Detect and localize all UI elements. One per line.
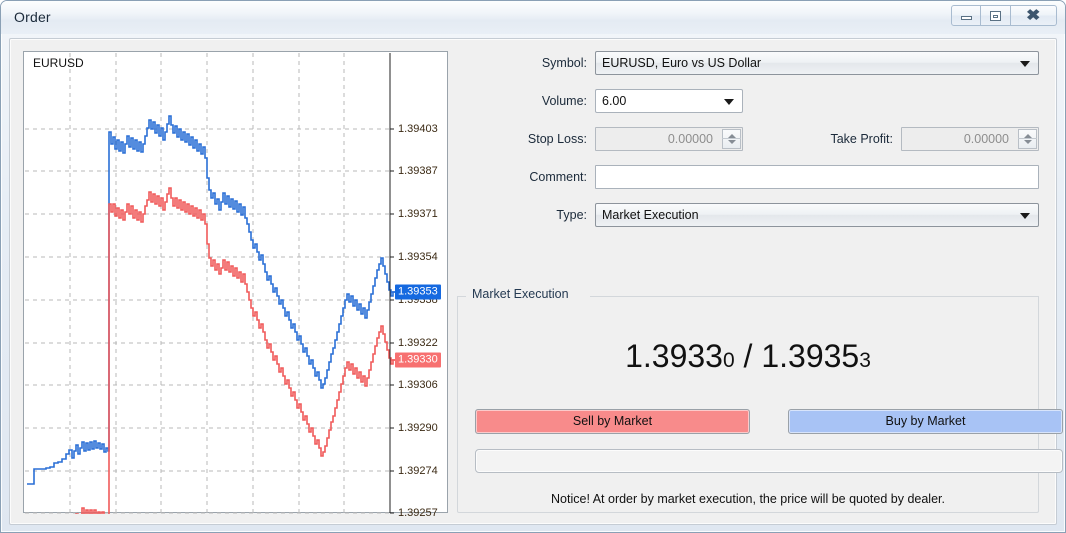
sell-by-market-button[interactable]: Sell by Market — [475, 409, 750, 434]
chart-axis-tick-label: 1.39387 — [398, 165, 438, 177]
close-icon: ✖ — [1026, 7, 1041, 24]
chart-axis-tick-label: 1.39354 — [398, 251, 438, 263]
chart-series — [27, 115, 403, 514]
market-execution-group: Market Execution 1.39330 / 1.39353 Sell … — [457, 287, 1063, 513]
quote-separator: / — [734, 338, 762, 374]
comment-label: Comment: — [529, 170, 587, 184]
chevron-down-icon — [1020, 61, 1030, 67]
chart-axis-tick-label: 1.39371 — [398, 208, 438, 220]
chart-axis-ticks — [390, 128, 394, 514]
window-title: Order — [14, 9, 51, 25]
volume-value: 6.00 — [602, 94, 627, 108]
minimize-button[interactable] — [951, 5, 981, 26]
maximize-button[interactable] — [981, 5, 1011, 26]
chart-axis-tick-label: 1.39290 — [398, 422, 438, 434]
ask-price-last-digit: 3 — [859, 349, 871, 372]
window-controls: ✖ — [951, 5, 1057, 27]
spin-divider — [722, 138, 741, 139]
type-combobox[interactable]: Market Execution — [595, 203, 1039, 227]
stop-loss-spin-buttons[interactable] — [722, 129, 741, 149]
bid-price-main: 1.3933 — [625, 338, 723, 374]
volume-combobox[interactable]: 6.00 — [595, 89, 743, 113]
order-window: Order ✖ EURUSD 1.39403 1.39387 1.39371 1… — [0, 0, 1066, 533]
take-profit-value: 0.00000 — [963, 132, 1009, 146]
symbol-label: Symbol: — [541, 56, 587, 70]
title-bar[interactable]: Order ✖ — [1, 1, 1065, 34]
notice-text: Notice! At order by market execution, th… — [551, 492, 945, 506]
type-value: Market Execution — [602, 208, 699, 222]
symbol-value: EURUSD, Euro vs US Dollar — [602, 56, 762, 70]
stop-loss-spinner[interactable]: 0.00000 — [595, 127, 743, 151]
price-quote: 1.39330 / 1.39353 — [458, 338, 1038, 375]
current-ask-badge: 1.39353 — [395, 284, 441, 300]
group-legend: Market Execution — [468, 287, 573, 301]
chart-line-bid — [75, 187, 403, 514]
ask-price-main: 1.3935 — [761, 338, 860, 374]
take-profit-spinner[interactable]: 0.00000 — [901, 127, 1039, 151]
spin-divider — [1018, 138, 1037, 139]
current-bid-badge: 1.39330 — [395, 352, 441, 368]
order-form: Symbol: EURUSD, Euro vs US Dollar Volume… — [457, 51, 1063, 513]
comment-input[interactable] — [595, 165, 1039, 189]
status-progress-bar — [475, 449, 1063, 473]
take-profit-label: Take Profit: — [830, 132, 893, 146]
chart-axis-tick-label: 1.39403 — [398, 123, 438, 135]
symbol-combobox[interactable]: EURUSD, Euro vs US Dollar — [595, 51, 1039, 75]
tick-chart-panel[interactable]: EURUSD 1.39403 1.39387 1.39371 1.39354 1.393… — [23, 51, 449, 519]
chart-axis-tick-label: 1.39257 — [398, 507, 438, 519]
volume-label: Volume: — [541, 94, 587, 108]
chart-axis-tick-label: 1.39274 — [398, 465, 438, 477]
chevron-down-icon — [1020, 213, 1030, 219]
buy-by-market-button[interactable]: Buy by Market — [788, 409, 1063, 434]
group-border-right — [590, 296, 1038, 297]
close-button[interactable]: ✖ — [1011, 5, 1057, 26]
tick-chart-svg — [25, 53, 403, 514]
minimize-icon — [960, 16, 972, 20]
chart-axis-tick-label: 1.39306 — [398, 379, 438, 391]
chart-symbol-label: EURUSD — [33, 56, 84, 70]
maximize-icon — [990, 10, 1001, 21]
bid-price-last-digit: 0 — [722, 349, 735, 372]
stop-loss-value: 0.00000 — [667, 132, 713, 146]
group-border-left — [458, 296, 466, 297]
tick-chart: EURUSD 1.39403 1.39387 1.39371 1.39354 1.393… — [24, 52, 449, 519]
dialog-client-area: EURUSD 1.39403 1.39387 1.39371 1.39354 1.393… — [9, 38, 1063, 525]
chevron-down-icon — [724, 99, 734, 105]
take-profit-spin-buttons[interactable] — [1018, 129, 1037, 149]
stop-loss-label: Stop Loss: — [527, 132, 587, 146]
type-label: Type: — [556, 208, 587, 222]
chart-axis-tick-label: 1.39322 — [398, 337, 438, 349]
chart-gridlines — [25, 53, 389, 514]
